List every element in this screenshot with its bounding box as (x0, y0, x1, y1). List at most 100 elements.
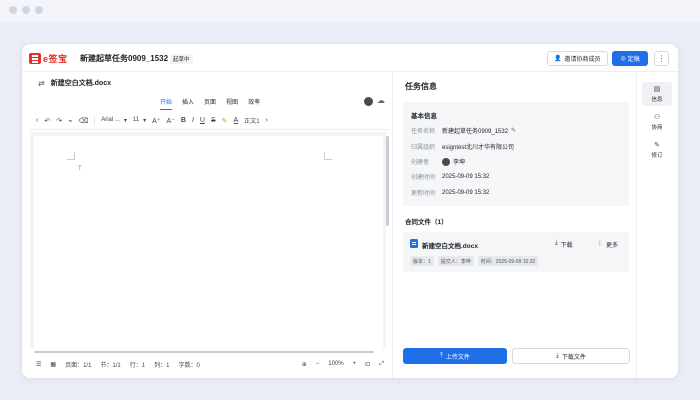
format-painter-icon[interactable]: ⌁ (68, 117, 72, 125)
task-title: 新建起草任务0909_1532 (80, 54, 169, 63)
rail-item-revise[interactable]: ✎ 修订 (642, 138, 672, 162)
rail-item-label: 修订 (651, 153, 663, 159)
highlight-icon[interactable]: ✎ (222, 117, 228, 125)
chevron-down-icon: ▾ (143, 118, 147, 124)
editor-statusbar: ☰ ▦ 页面：1/1 节：1/1 行：1 列：1 字数：0 ⊕ − 100% +… (30, 356, 390, 372)
download-icon: ⤓ (555, 240, 558, 246)
basic-info-title: 基本信息 (411, 113, 437, 120)
tab-insert[interactable]: 插入 (182, 97, 194, 110)
info-value: 李坤 (442, 157, 465, 166)
strikethrough-icon[interactable]: S (211, 117, 216, 124)
more-menu-button[interactable]: ⋮ (654, 51, 669, 66)
side-rail: ▤ 信息 ⚇ 协商 ✎ 修订 (637, 72, 678, 378)
app-header: e签宝 新建起草任务0909_1532 起草中 👤 邀请协商成员 ◎ 定稿 ⋮ (22, 44, 678, 72)
file-more-label: 更多 (606, 243, 619, 249)
globe-icon[interactable]: ⊕ (302, 361, 307, 368)
font-color-icon[interactable]: A (234, 117, 239, 124)
vertical-scrollbar[interactable] (386, 136, 389, 226)
upload-icon: ⤒ (440, 352, 443, 359)
document-page[interactable]: T (34, 136, 383, 350)
eraser-icon[interactable]: ⌫ (78, 117, 88, 125)
zoom-out-icon[interactable]: − (316, 361, 320, 367)
bold-icon[interactable]: B (181, 117, 186, 124)
horizontal-scrollbar[interactable] (34, 351, 374, 353)
contract-files-title: 合同文件（1） (405, 219, 448, 226)
more-vertical-icon: ⋮ (597, 241, 603, 247)
info-label: 任务名称 (411, 129, 436, 135)
paragraph-style-value: 正文1 (244, 119, 260, 125)
file-meta: 版本：1 提交人：李坤 时间：2025-09-09 15:32 (410, 256, 539, 266)
status-badge: 起草中 (170, 54, 193, 64)
underline-icon[interactable]: U (200, 117, 205, 124)
page-margin-marker (324, 152, 332, 160)
info-value: 新建起草任务0909_1532 ✎ (442, 126, 516, 135)
finalize-button[interactable]: ◎ 定稿 (612, 51, 648, 66)
tab-page[interactable]: 页面 (204, 97, 216, 110)
paragraph-style-select[interactable]: 正文1 (244, 116, 259, 125)
updated-value: 2025-09-09 15:32 (442, 189, 490, 196)
info-label: 更新时间 (411, 191, 436, 197)
font-shrink-icon[interactable]: A⁻ (167, 117, 175, 125)
text-caret-icon: T (78, 166, 82, 172)
file-download-label: 下载 (560, 243, 573, 249)
toolbar-divider (94, 116, 96, 125)
tab-view[interactable]: 视图 (226, 97, 238, 110)
info-label: 创建者 (411, 160, 430, 166)
chevron-right-icon[interactable]: › (266, 117, 268, 124)
document-canvas: T (30, 132, 386, 350)
edit-icon[interactable]: ✎ (511, 127, 516, 134)
formatting-toolbar: ‹ ↶ ↷ ⌁ ⌫ Arial ... ▾ 11 ▾ A⁺ A⁻ B I U S… (30, 112, 390, 130)
page-margin-marker (67, 152, 75, 160)
font-size-select[interactable]: 11 ▾ (133, 117, 146, 124)
info-label: 归属组织 (411, 145, 436, 151)
window-dot-icon[interactable] (9, 6, 17, 14)
file-more-button[interactable]: ⋮ 更多 (597, 240, 618, 249)
window-dot-icon[interactable] (35, 6, 43, 14)
chevron-left-icon[interactable]: ‹ (36, 117, 38, 124)
font-name-value: Arial ... (101, 117, 120, 123)
chevron-down-icon: ▾ (123, 118, 127, 124)
invite-members-button[interactable]: 👤 邀请协商成员 (547, 51, 608, 66)
avatar (442, 157, 450, 166)
cloud-icon[interactable]: ☁ (377, 96, 385, 105)
word-count: 字数：0 (178, 362, 200, 369)
info-row-task-name: 任务名称 新建起草任务0909_1532 ✎ (411, 126, 516, 135)
file-download-button[interactable]: ⤓ 下载 (555, 240, 573, 249)
rail-item-info[interactable]: ▤ 信息 (642, 82, 672, 106)
upload-file-button[interactable]: ⤒ 上传文件 (403, 348, 507, 364)
list-icon[interactable]: ☰ (36, 361, 41, 368)
window-dot-icon[interactable] (22, 6, 30, 14)
rail-item-label: 信息 (651, 97, 663, 103)
window-controls (9, 6, 43, 14)
browser-topbar (0, 0, 700, 22)
download-file-button[interactable]: ⤓ 下载文件 (512, 348, 630, 364)
rail-item-negotiate[interactable]: ⚇ 协商 (642, 110, 672, 134)
upload-file-label: 上传文件 (445, 354, 470, 361)
ribbon-tabs: 开始 插入 页面 视图 效率 (160, 97, 260, 110)
outline-icon[interactable]: ▦ (50, 361, 56, 368)
avatar[interactable] (364, 97, 373, 106)
logo-mark-icon (29, 53, 41, 64)
fit-page-icon[interactable]: ⊡ (365, 361, 370, 368)
fullscreen-icon[interactable]: ⤢ (379, 361, 384, 368)
meta-version: 版本：1 (410, 256, 434, 266)
app-window: e签宝 新建起草任务0909_1532 起草中 👤 邀请协商成员 ◎ 定稿 ⋮ … (22, 44, 678, 378)
task-name-value: 新建起草任务0909_1532 (442, 129, 509, 135)
user-add-icon: 👤 (554, 56, 562, 62)
font-grow-icon[interactable]: A⁺ (152, 117, 160, 125)
users-icon: ⚇ (653, 114, 661, 121)
meta-submitter: 提交人：李坤 (437, 256, 474, 266)
finalize-label: 定稿 (627, 57, 640, 63)
panel-title: 任务信息 (405, 82, 437, 91)
file-name[interactable]: 新建空白文档.docx (422, 240, 478, 250)
italic-icon[interactable]: I (192, 117, 194, 124)
swap-icon[interactable]: ⇄ (38, 79, 45, 88)
zoom-in-icon[interactable]: + (353, 361, 357, 367)
redo-icon[interactable]: ↷ (56, 117, 62, 125)
undo-icon[interactable]: ↶ (44, 117, 50, 125)
tab-efficiency[interactable]: 效率 (248, 97, 260, 110)
document-editor: ⇄ 新建空白文档.docx 开始 插入 页面 视图 效率 ☁ ‹ ↶ ↷ ⌁ ⌫… (22, 72, 392, 378)
font-name-select[interactable]: Arial ... ▾ (101, 117, 127, 124)
tab-start[interactable]: 开始 (160, 97, 173, 110)
download-file-label: 下载文件 (561, 354, 586, 361)
